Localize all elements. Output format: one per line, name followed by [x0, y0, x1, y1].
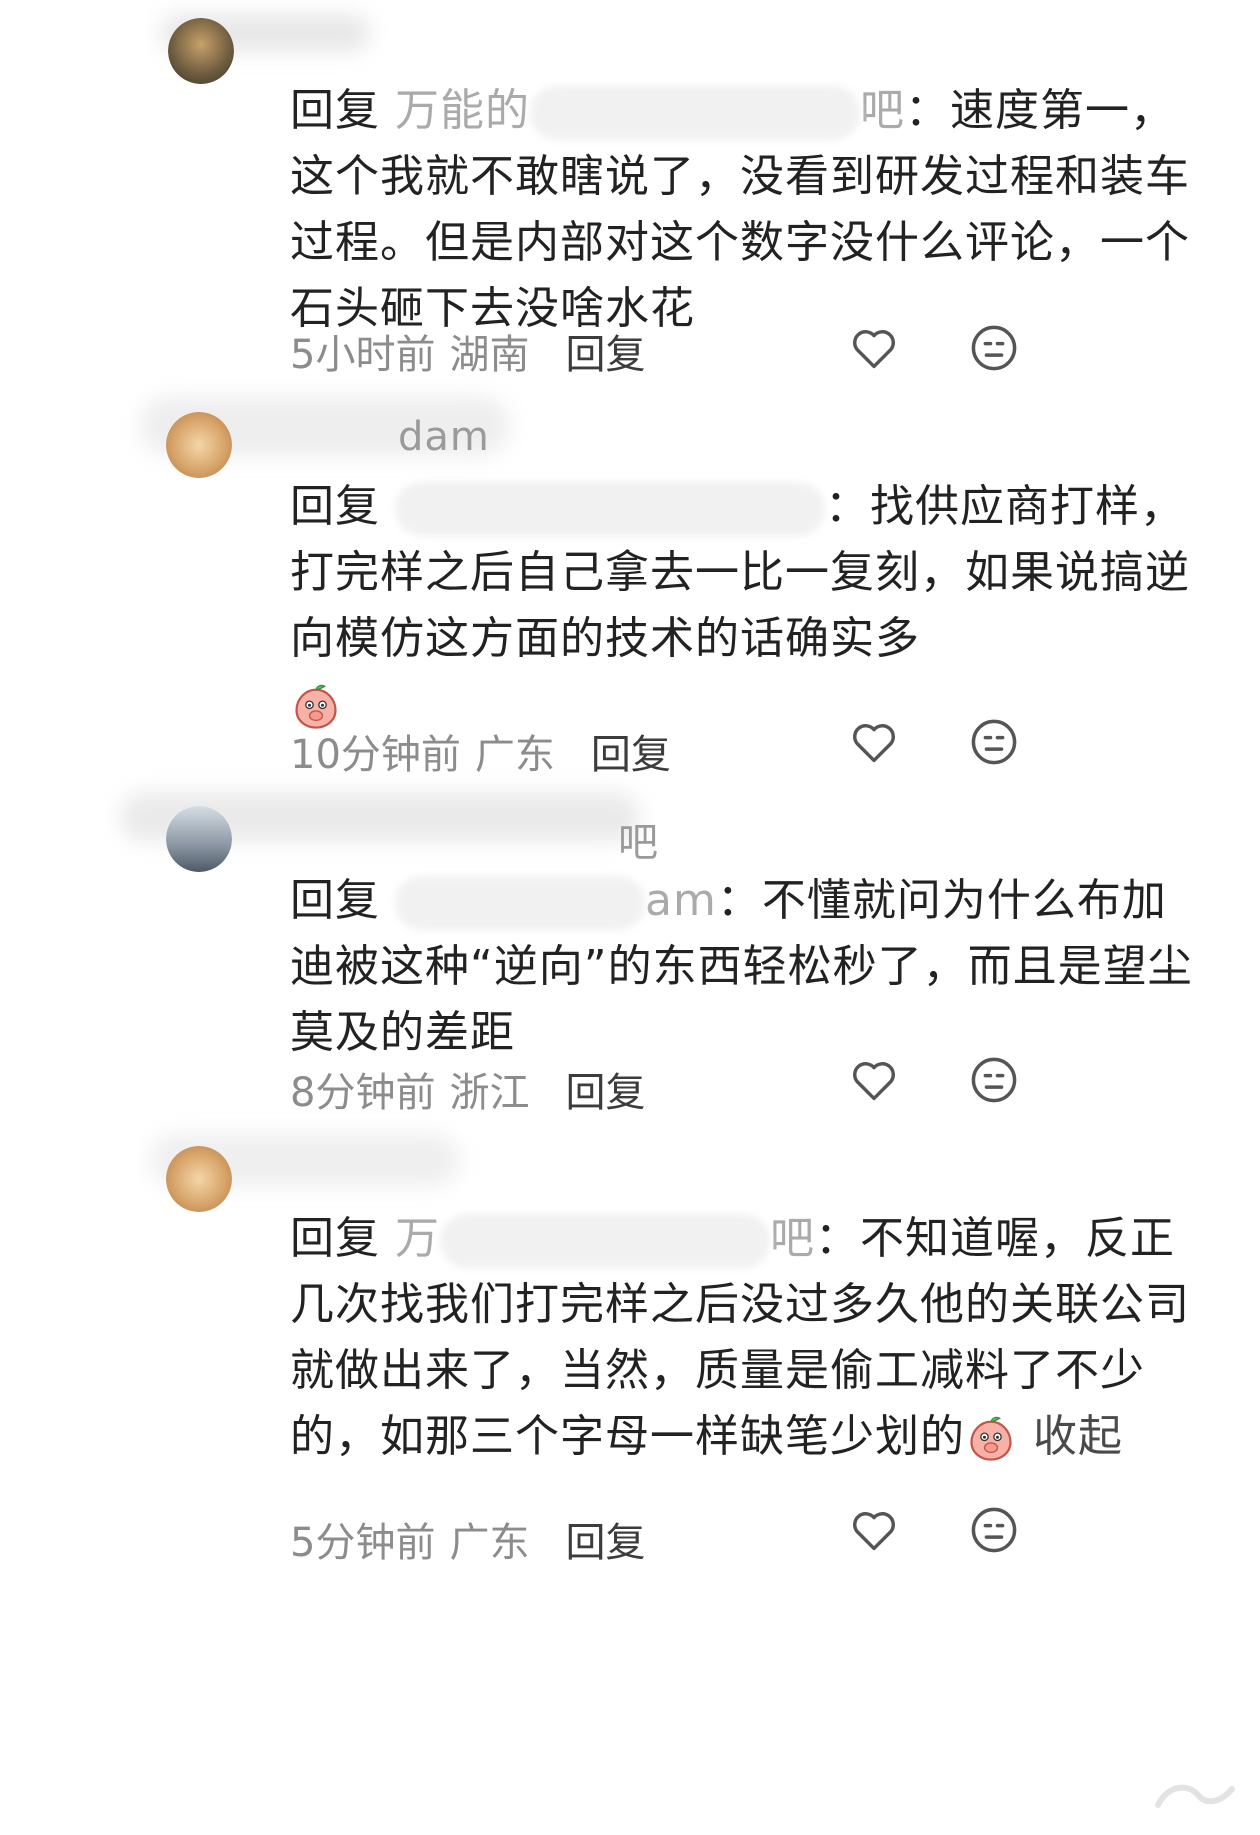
reply-button[interactable]: 回复 — [565, 1060, 645, 1118]
collapse-button[interactable]: 收起 — [1033, 1411, 1123, 1462]
comment-meta: 8分钟前 浙江 回复 — [290, 1060, 645, 1118]
comment-time: 8分钟前 — [290, 1070, 436, 1116]
comment-text: 回复 万吧：不知道喔，反正几次找我们打完样之后没过多久他的关联公司就做出来了，当… — [290, 1206, 1210, 1470]
heart-outline-icon[interactable] — [848, 1054, 900, 1106]
reply-target-redaction — [440, 1214, 770, 1268]
comment-meta: 5小时前 湖南 回复 — [290, 322, 645, 380]
heart-outline-icon[interactable] — [848, 322, 900, 374]
avatar[interactable] — [166, 806, 232, 872]
username[interactable]: dam — [398, 414, 490, 460]
comment-location: 湖南 — [449, 332, 530, 378]
reply-target-end: 吧 — [770, 1213, 815, 1264]
reply-target-redaction — [395, 482, 825, 536]
heart-outline-icon[interactable] — [848, 716, 900, 768]
comment-location: 广东 — [474, 732, 555, 778]
comment-text: 回复 am：不懂就问为什么布加迪被这种“逆向”的东西轻松秒了，而且是望尘莫及的差… — [290, 875, 1193, 1058]
reply-target-end: 吧 — [860, 85, 905, 136]
reply-label: 回复 — [290, 85, 380, 136]
heart-outline-icon[interactable] — [848, 1504, 900, 1556]
reply-target-start: 万能的 — [395, 85, 530, 136]
meh-face-icon[interactable] — [968, 322, 1020, 374]
avatar[interactable] — [166, 1146, 232, 1212]
comment-meta: 10分钟前 广东 回复 — [290, 722, 671, 780]
comment-time: 5分钟前 — [290, 1520, 436, 1566]
reply-button[interactable]: 回复 — [565, 1510, 645, 1568]
reply-button[interactable]: 回复 — [565, 322, 645, 380]
avatar[interactable] — [166, 412, 232, 478]
comment-meta: 5分钟前 广东 回复 — [290, 1510, 645, 1568]
comment-text: 回复 ：找供应商打样，打完样之后自己拿去一比一复刻，如果说搞逆向模仿这方面的技术… — [290, 474, 1210, 738]
reply-label: 回复 — [290, 1213, 380, 1264]
reply-label: 回复 — [290, 481, 380, 532]
username[interactable]: 吧 — [618, 810, 659, 868]
avatar[interactable] — [168, 18, 234, 84]
reply-target-start: 万 — [395, 1213, 440, 1264]
reply-target-redaction — [530, 86, 860, 140]
meh-face-icon[interactable] — [968, 716, 1020, 768]
reply-label: 回复 — [290, 875, 380, 926]
watermark-logo-icon — [1155, 1784, 1235, 1808]
meh-face-icon[interactable] — [968, 1504, 1020, 1556]
reply-button[interactable]: 回复 — [591, 722, 671, 780]
comment-location: 广东 — [449, 1520, 530, 1566]
comment-text: 回复 万能的 吧：速度第一，这个我就不敢瞎说了，没看到研发过程和装车过程。但是内部… — [290, 85, 1190, 334]
peach-cover-mouth-emoji — [970, 1416, 1012, 1461]
reply-target-redaction — [395, 876, 645, 930]
meh-face-icon[interactable] — [968, 1054, 1020, 1106]
comment-location: 浙江 — [449, 1070, 530, 1116]
comment-time: 5小时前 — [290, 332, 436, 378]
reply-target-end: am — [645, 875, 717, 926]
comment-time: 10分钟前 — [290, 732, 461, 778]
